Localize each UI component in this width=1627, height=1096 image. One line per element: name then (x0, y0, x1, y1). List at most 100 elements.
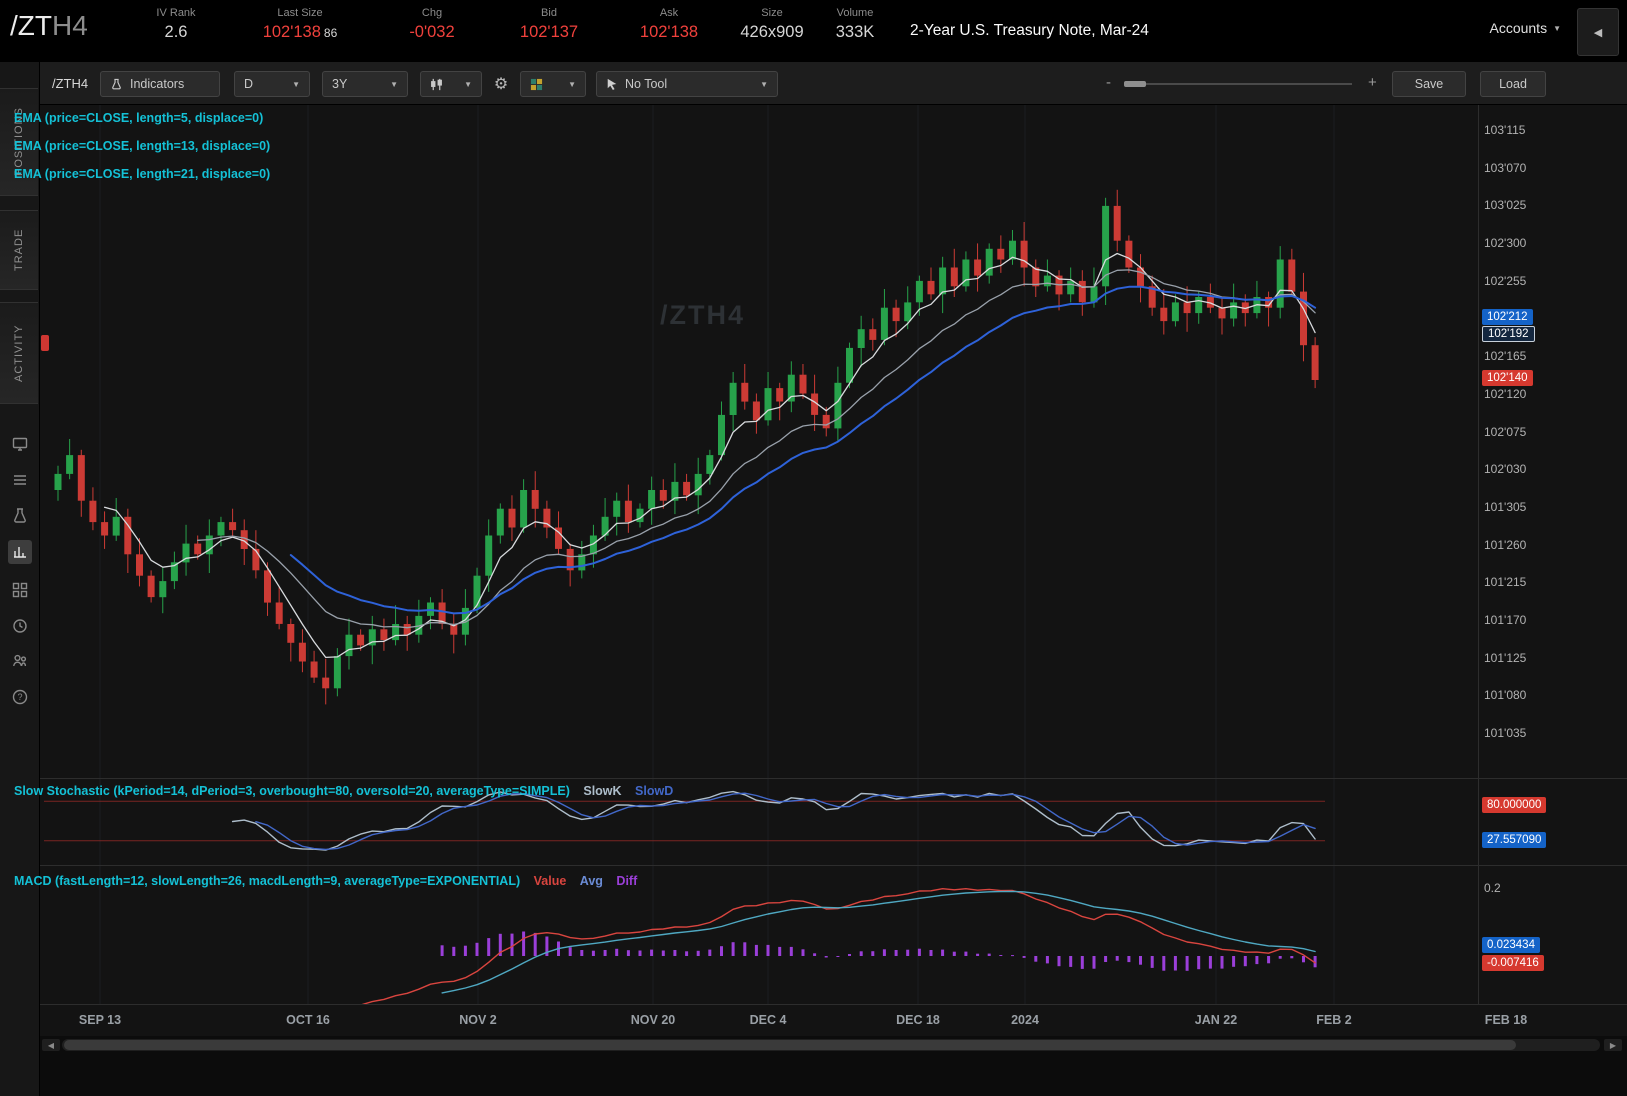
price-axis-badge: 102'140 (1482, 370, 1533, 387)
chart-type-dropdown[interactable]: ▼ (420, 71, 482, 97)
time-axis-label: DEC 4 (749, 1013, 787, 1027)
stochastic-axis-badge: 27.557090 (1482, 831, 1547, 848)
macd-avg-legend: Avg (579, 874, 603, 888)
bottom-strip (40, 1054, 1627, 1096)
sidebar-tab-activity[interactable]: ACTIVITY (0, 302, 38, 404)
horizontal-scrollbar: ◀ ▶ (40, 1036, 1627, 1054)
chevron-down-icon: ▼ (464, 79, 472, 89)
price-axis-label: 101'215 (1484, 575, 1527, 590)
time-axis-label: NOV 20 (630, 1013, 676, 1027)
axis-divider (1478, 105, 1479, 1036)
zoom-slider-thumb[interactable] (1124, 81, 1146, 87)
time-axis-label: FEB 18 (1484, 1013, 1528, 1027)
gear-icon[interactable]: ⚙ (488, 71, 514, 97)
zoom-in-button[interactable]: + (1368, 74, 1377, 91)
field-bid: Bid 102'137 (519, 7, 579, 41)
price-axis-label: 101'125 (1484, 650, 1527, 665)
drawing-tool-dropdown[interactable]: No Tool ▼ (596, 71, 778, 97)
time-axis-label: 2024 (1011, 1013, 1039, 1027)
symbol: /ZT (10, 10, 52, 41)
chevron-down-icon: ▼ (760, 79, 768, 89)
field-chg: Chg -0'032 (409, 7, 455, 41)
macd-axis-badge: 0.023434 (1482, 936, 1540, 953)
symbol-suffix: H4 (52, 10, 88, 41)
people-icon[interactable] (8, 649, 32, 673)
instrument-description: 2-Year U.S. Treasury Note, Mar-24 (910, 22, 1149, 39)
chevron-down-icon: ▼ (292, 79, 300, 89)
help-icon[interactable]: ? (8, 685, 32, 709)
trading-platform-window: /ZTH4 IV Rank 2.6 Last Size 102'138 86 Ch… (0, 0, 1627, 1096)
field-volume: Volume 333K (835, 7, 875, 41)
time-axis-label: SEP 13 (78, 1013, 122, 1027)
slowd-legend: SlowD (635, 784, 674, 798)
macd-diff-legend: Diff (616, 874, 638, 888)
sidebar-tab-trade[interactable]: TRADE (0, 210, 38, 290)
period-dropdown[interactable]: D ▼ (234, 71, 310, 97)
svg-text:?: ? (17, 692, 22, 702)
price-axis-label: 102'165 (1484, 349, 1527, 364)
beaker-icon (112, 78, 121, 89)
scroll-right-button[interactable]: ▶ (1604, 1039, 1622, 1051)
beaker-icon[interactable] (8, 504, 32, 528)
list-icon[interactable] (8, 468, 32, 492)
macd-value-legend: Value (533, 874, 567, 888)
field-iv-rank: IV Rank 2.6 (156, 7, 196, 41)
macd-axis[interactable]: 0.2 0.023434 -0.007416 (1479, 866, 1627, 1005)
study-legend-ema13[interactable]: EMA (price=CLOSE, length=13, displace=0) (14, 139, 270, 153)
candlestick-chart[interactable] (40, 105, 1478, 778)
price-chart-panel[interactable] (40, 105, 1478, 778)
symbol-block: /ZTH4 (0, 0, 128, 42)
scroll-left-button[interactable]: ◀ (42, 1039, 60, 1051)
chevron-down-icon: ▼ (390, 79, 398, 89)
price-axis-label: 102'030 (1484, 462, 1527, 477)
price-axis-label: 101'080 (1484, 688, 1527, 703)
price-axis-label: 103'070 (1484, 160, 1527, 175)
price-axis-label: 102'120 (1484, 386, 1527, 401)
colored-grid-icon (530, 78, 543, 90)
study-legend-macd[interactable]: MACD (fastLength=12, slowLength=26, macd… (14, 874, 637, 888)
macd-axis-badge: -0.007416 (1482, 955, 1544, 972)
cursor-icon (607, 78, 617, 90)
price-axis-badge: 102'192 (1482, 326, 1535, 343)
accounts-dropdown[interactable]: Accounts ▼ (1489, 20, 1561, 36)
macd-axis-label: 0.2 (1484, 881, 1501, 895)
field-last-size: Last Size 102'138 86 (262, 7, 338, 41)
time-axis[interactable]: SEP 13 OCT 16 NOV 2 NOV 20 DEC 4 DEC 18 2024 JA… (40, 1005, 1627, 1036)
scrollbar-thumb[interactable] (64, 1040, 1516, 1050)
indicators-button[interactable]: Indicators (100, 71, 220, 97)
collapse-panel-button[interactable]: ◀ (1577, 8, 1619, 56)
price-axis-label: 102'075 (1484, 424, 1527, 439)
save-button[interactable]: Save (1392, 71, 1466, 97)
clock-icon[interactable] (8, 614, 32, 638)
grid-icon[interactable] (8, 578, 32, 602)
zoom-out-button[interactable]: - (1106, 74, 1111, 91)
chart-watermark: /ZTH4 (660, 300, 746, 330)
study-legend-stochastic[interactable]: Slow Stochastic (kPeriod=14, dPeriod=3, … (14, 784, 673, 798)
load-button[interactable]: Load (1480, 71, 1546, 97)
stochastic-axis-badge: 80.000000 (1482, 797, 1547, 814)
price-axis-label: 101'170 (1484, 612, 1527, 627)
scrollbar-track[interactable] (62, 1039, 1600, 1051)
study-legend-ema21[interactable]: EMA (price=CLOSE, length=21, displace=0) (14, 167, 270, 181)
chart-icon[interactable] (8, 540, 32, 564)
range-dropdown[interactable]: 3Y ▼ (322, 71, 408, 97)
price-axis[interactable]: 103'115 103'070 103'025 102'300 102'255 102'1… (1479, 105, 1627, 778)
monitor-icon[interactable] (8, 432, 32, 456)
time-axis-label: NOV 2 (459, 1013, 497, 1027)
zoom-slider[interactable] (1124, 81, 1352, 87)
price-axis-label: 101'260 (1484, 537, 1527, 552)
stochastic-axis[interactable]: 80.000000 27.557090 (1479, 779, 1627, 865)
layout-grid-dropdown[interactable]: ▼ (520, 71, 586, 97)
price-axis-label: 101'035 (1484, 726, 1527, 740)
price-axis-label: 102'300 (1484, 236, 1527, 251)
price-marker-left (41, 335, 49, 351)
price-axis-label: 102'255 (1484, 273, 1527, 288)
price-axis-badge: 102'212 (1482, 309, 1533, 326)
study-legend-ema5[interactable]: EMA (price=CLOSE, length=5, displace=0) (14, 111, 263, 125)
left-sidebar: POSITIONS TRADE ACTIVITY ? (0, 62, 40, 1096)
chart-toolbar: /ZTH4 Indicators D ▼ 3Y ▼ ▼ ⚙ ▼ No Tool … (40, 62, 1627, 105)
price-axis-label: 103'025 (1484, 198, 1527, 213)
slowk-legend: SlowK (583, 784, 622, 798)
time-axis-label: FEB 2 (1316, 1013, 1352, 1027)
time-axis-label: OCT 16 (286, 1013, 330, 1027)
